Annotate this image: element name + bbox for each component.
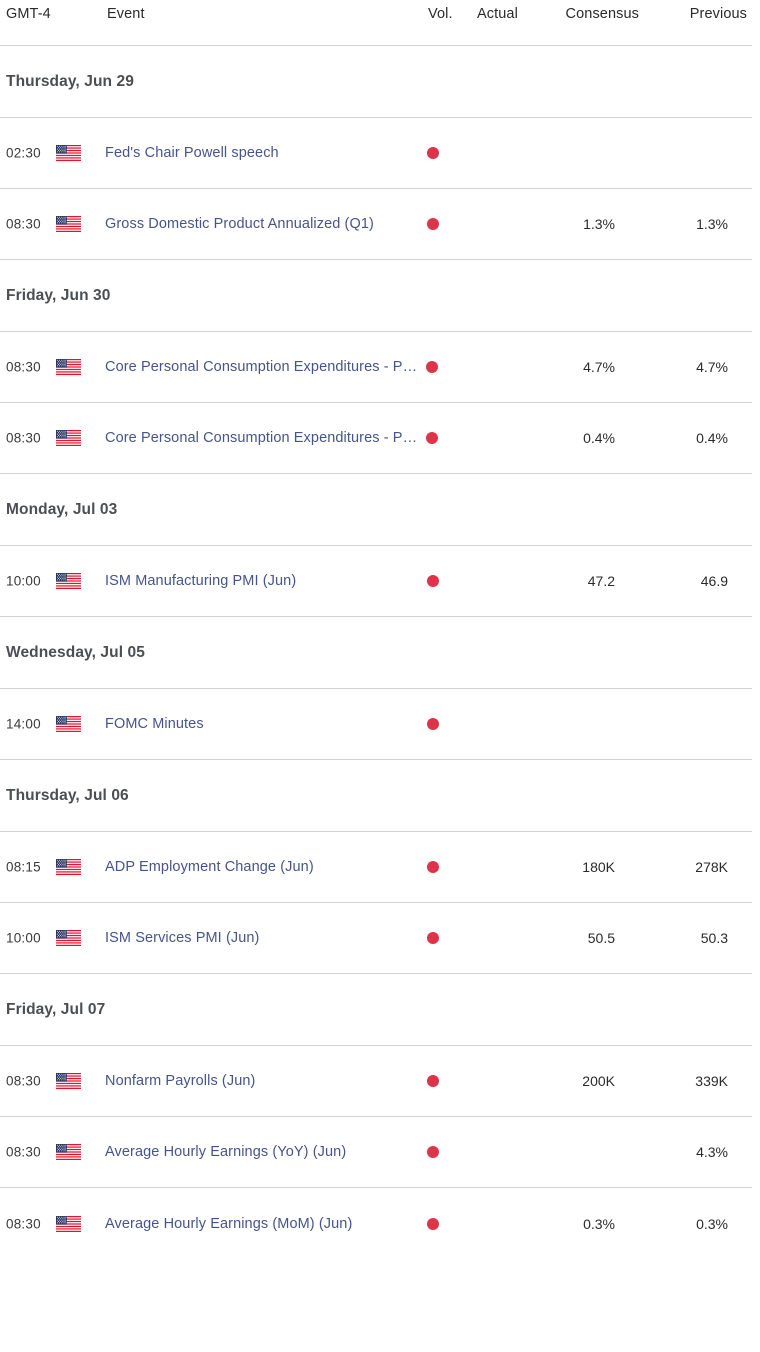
volatility-high-dot-icon [427,1144,449,1160]
event-previous-value: 4.3% [696,1144,728,1160]
event-name-link[interactable]: Gross Domestic Product Annualized (Q1) [105,216,374,232]
event-name-link[interactable]: Fed's Chair Powell speech [105,145,279,161]
event-time: 10:00 [6,930,41,946]
event-consensus-value: 47.2 [587,573,615,589]
us-flag-icon [56,716,81,732]
event-previous-value: 1.3% [696,216,728,232]
calendar-body: Thursday, Jun 29 02:30 Fed's Chair Powel… [0,46,760,1259]
event-time: 08:30 [6,216,41,232]
event-consensus-value: 0.4% [583,430,615,446]
day-section-header-3: Monday, Jul 03 [0,474,752,546]
table-row[interactable]: 08:30 [0,189,752,260]
event-name-link[interactable]: FOMC Minutes [105,716,204,732]
event-name-link[interactable]: ADP Employment Change (Jun) [105,859,314,875]
us-flag-icon [56,145,81,161]
us-flag-icon [56,930,81,946]
event-consensus-value: 200K [582,1073,615,1089]
calendar-column-headers: GMT-4 Event Vol. Actual Consensus Previo… [0,0,752,46]
table-row[interactable]: 08:30 [0,332,752,403]
event-time: 10:00 [6,573,41,589]
table-row[interactable]: 10:00 [0,903,752,974]
event-previous-value: 0.4% [696,430,728,446]
column-header-time: GMT-4 [6,6,51,22]
event-time: 08:15 [6,859,41,875]
event-name-link[interactable]: Nonfarm Payrolls (Jun) [105,1073,255,1089]
table-row[interactable]: 08:30 [0,1046,752,1117]
day-section-header-2: Friday, Jun 30 [0,260,752,332]
column-header-volatility: Vol. [428,6,453,22]
volatility-high-dot-icon [427,216,449,232]
event-consensus-value: 180K [582,859,615,875]
event-name-link[interactable]: Core Personal Consumption Expenditures -… [105,359,435,375]
event-time: 08:30 [6,1144,41,1160]
column-header-actual: Actual [477,6,518,22]
table-row[interactable]: 08:30 [0,1188,752,1259]
economic-calendar: GMT-4 Event Vol. Actual Consensus Previo… [0,0,760,1259]
table-row[interactable]: 08:30 [0,403,752,474]
day-label: Thursday, Jul 06 [6,786,129,804]
day-label: Thursday, Jun 29 [6,72,134,90]
event-time: 08:30 [6,1073,41,1089]
volatility-high-dot-icon [427,573,449,589]
event-time: 08:30 [6,359,41,375]
table-row[interactable]: 08:30 [0,1117,752,1188]
event-previous-value: 4.7% [696,359,728,375]
event-consensus-value: 0.3% [583,1215,615,1232]
volatility-high-dot-icon [427,859,449,875]
us-flag-icon [56,859,81,875]
event-name-link[interactable]: Average Hourly Earnings (MoM) (Jun) [105,1216,352,1232]
event-previous-value: 46.9 [700,573,728,589]
volatility-high-dot-icon [427,1216,449,1232]
event-previous-value: 339K [695,1073,728,1089]
us-flag-icon [56,359,81,375]
table-row[interactable]: 14:00 FOMC Minutes [0,689,752,760]
event-time: 08:30 [6,430,41,446]
volatility-high-dot-icon [427,716,449,732]
us-flag-icon [56,216,81,232]
event-name-link[interactable]: ISM Services PMI (Jun) [105,930,259,946]
event-name-link[interactable]: Core Personal Consumption Expenditures -… [105,430,435,446]
table-row[interactable]: 08:15 ADP Employment Change (Jun) 180K 2… [0,832,752,903]
us-flag-icon [56,430,81,446]
day-section-header-6: Friday, Jul 07 [0,974,752,1046]
column-header-consensus: Consensus [565,6,639,22]
volatility-high-dot-icon [427,1073,449,1089]
event-consensus-value: 50.5 [587,930,615,946]
event-previous-value: 0.3% [696,1215,728,1232]
day-label: Friday, Jul 07 [6,1000,106,1018]
volatility-high-dot-icon [426,359,448,375]
day-section-header-5: Thursday, Jul 06 [0,760,752,832]
event-previous-value: 50.3 [700,930,728,946]
us-flag-icon [56,1144,81,1160]
event-previous-value: 278K [695,859,728,875]
event-name-link[interactable]: ISM Manufacturing PMI (Jun) [105,573,296,589]
day-label: Monday, Jul 03 [6,500,118,518]
event-time: 14:00 [6,716,41,732]
day-label: Friday, Jun 30 [6,286,111,304]
day-section-header-1: Thursday, Jun 29 [0,46,752,118]
column-header-previous: Previous [689,6,747,22]
day-section-header-4: Wednesday, Jul 05 [0,617,752,689]
volatility-high-dot-icon [427,145,449,161]
day-label: Wednesday, Jul 05 [6,643,145,661]
event-time: 08:30 [6,1216,41,1231]
us-flag-icon [56,573,81,589]
event-consensus-value: 4.7% [583,359,615,375]
table-row[interactable]: 10:00 [0,546,752,617]
us-flag-icon [56,1215,81,1232]
table-row[interactable]: 02:30 Fed's Chair Powell speech [0,118,752,189]
event-consensus-value: 1.3% [583,216,615,232]
event-name-link[interactable]: Average Hourly Earnings (YoY) (Jun) [105,1144,346,1160]
volatility-high-dot-icon [426,430,448,446]
volatility-high-dot-icon [427,930,449,946]
column-header-event: Event [107,6,145,22]
event-time: 02:30 [6,145,41,161]
us-flag-icon [56,1073,81,1089]
